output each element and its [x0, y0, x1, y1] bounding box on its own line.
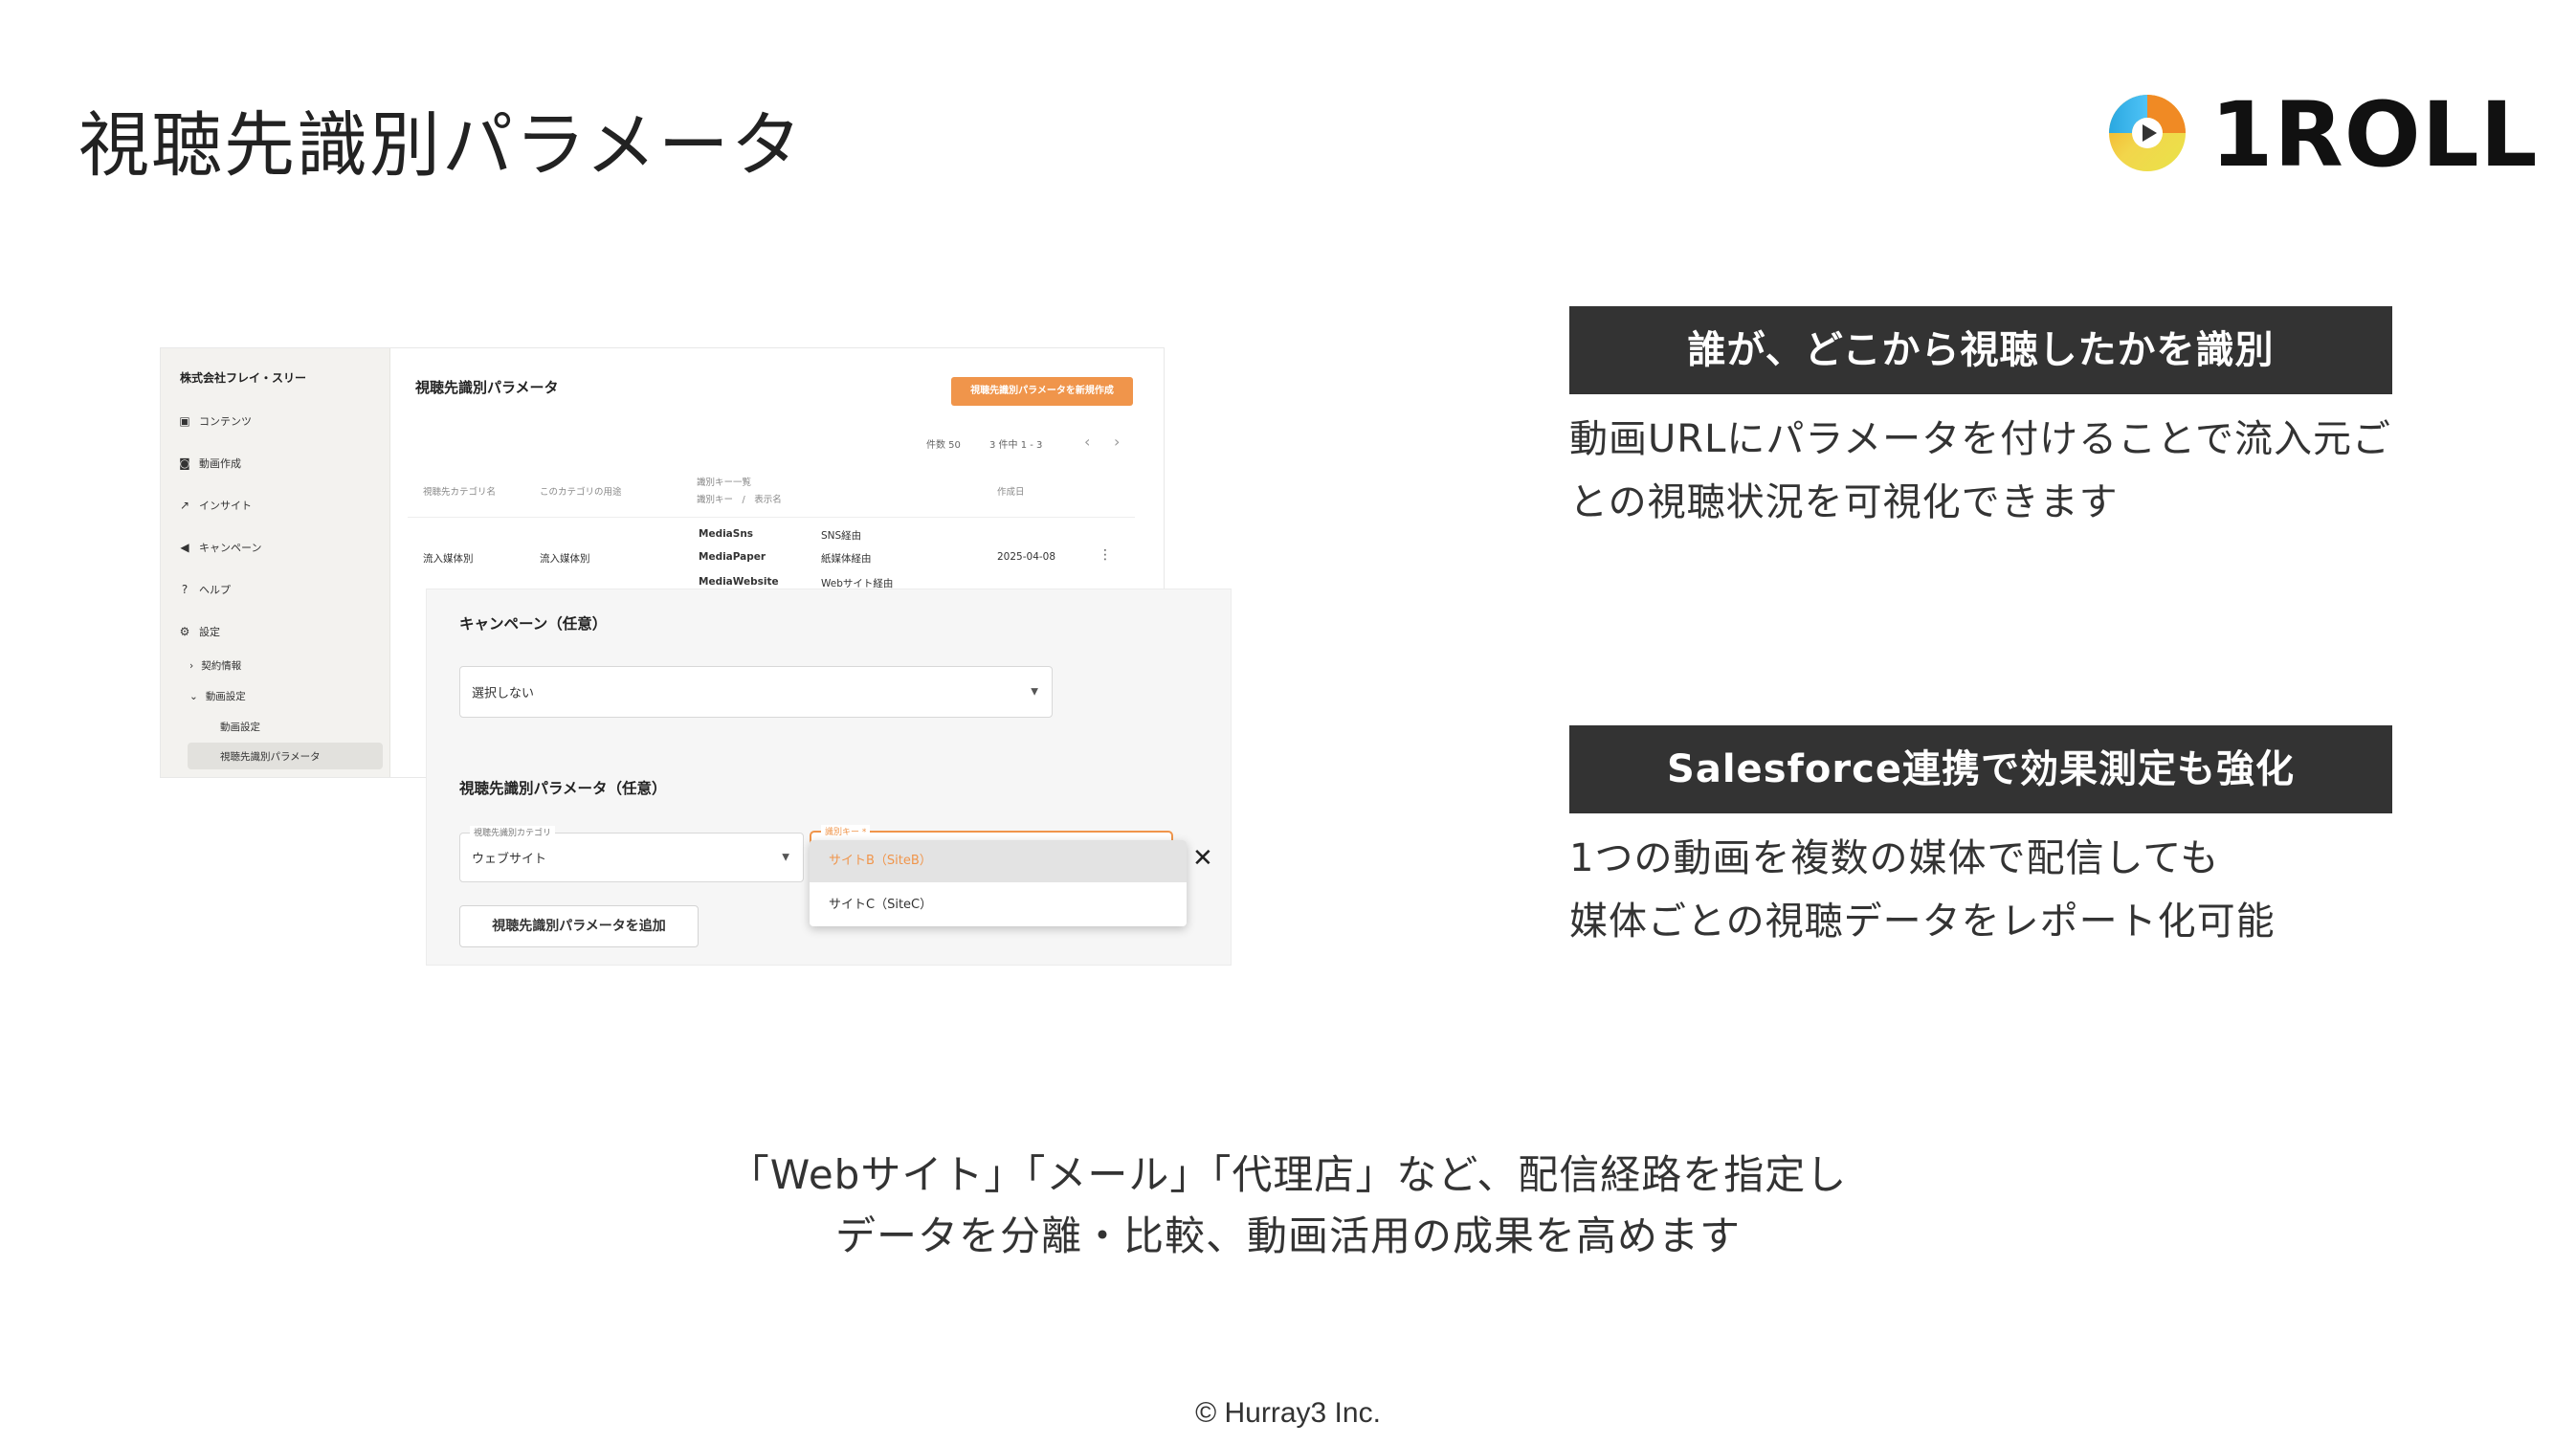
sidebar-item-label: インサイト [199, 500, 252, 512]
sidebar-item-label: 視聴先識別パラメータ [220, 751, 321, 763]
sidebar-item-video[interactable]: ◙ 動画作成 [178, 456, 241, 471]
close-icon[interactable]: ✕ [1192, 846, 1213, 871]
gear-icon: ⚙ [179, 625, 190, 638]
more-vertical-icon[interactable]: ⋮ [1099, 547, 1112, 563]
feature-line: との視聴状況を可視化できます [1569, 480, 2119, 524]
insight-icon: ↗ [179, 499, 190, 512]
main-title: 視聴先識別パラメータ [415, 379, 559, 396]
content-icon: ▣ [179, 414, 190, 428]
add-param-button[interactable]: 視聴先識別パラメータを追加 [459, 905, 699, 947]
dropdown-option[interactable]: サイトC（SiteC） [810, 884, 1187, 926]
chevron-down-icon: ⌄ [189, 690, 198, 702]
sidebar-item-label: 動画作成 [199, 457, 241, 470]
campaign-select[interactable]: 選択しない ▼ [459, 666, 1053, 718]
sidebar-item-settings[interactable]: ⚙ 設定 [178, 624, 220, 639]
table-cell-created: 2025-04-08 [997, 551, 1056, 563]
summary-line: データを分離・比較、動画活用の成果を高めます [834, 1212, 1741, 1259]
category-select[interactable]: 視聴先識別カテゴリ ウェブサイト ▼ [459, 826, 804, 882]
category-select-value: ウェブサイト [472, 852, 547, 867]
feature-text-2: 1つの動画を複数の媒体で配信しても 媒体ごとの視聴データをレポート化可能 [1569, 827, 2431, 953]
feature-heading-1: 誰が、どこから視聴したかを識別 [1569, 306, 2392, 394]
sidebar-item-label: 設定 [199, 626, 220, 638]
sidebar-item-campaign[interactable]: ◀ キャンペーン [178, 540, 261, 555]
dropdown-option[interactable]: サイトB（SiteB） [810, 840, 1187, 882]
campaign-select-value: 選択しない [472, 686, 535, 701]
sidebar-item-label: 動画設定 [205, 691, 246, 702]
param-form: キャンペーン（任意） 選択しない ▼ 視聴先識別パラメータ（任意） 視聴先識別カ… [427, 589, 1231, 965]
sidebar-item-insight[interactable]: ↗ インサイト [178, 498, 252, 513]
chevron-right-icon[interactable]: › [1114, 433, 1120, 451]
sidebar-item-label: ヘルプ [199, 584, 231, 596]
param-heading: 視聴先識別パラメータ（任意） [459, 780, 667, 797]
sidebar-item-video-settings-sub[interactable]: 動画設定 [220, 720, 260, 734]
table-cell-key-name: Webサイト経由 [821, 578, 894, 589]
caret-down-icon: ▼ [1031, 686, 1038, 698]
divider [408, 517, 1135, 518]
logo: 1ROLL [2105, 91, 2538, 182]
column-header-keys-sub: 識別キー / 表示名 [697, 495, 782, 505]
feature-heading-2: Salesforce連携で効果測定も強化 [1569, 725, 2392, 813]
chevron-left-icon[interactable]: ‹ [1084, 433, 1090, 451]
sidebar: 株式会社フレイ・スリー ▣ コンテンツ ◙ 動画作成 ↗ インサイト ◀ キャン… [161, 348, 390, 777]
page-title: 視聴先識別パラメータ [78, 104, 804, 187]
company-name: 株式会社フレイ・スリー [180, 371, 307, 385]
sidebar-item-label: キャンペーン [199, 542, 262, 554]
summary-line: 「Webサイト」「メール」「代理店」など、配信経路を指定し [728, 1151, 1848, 1198]
sidebar-item-video-settings[interactable]: ⌄ 動画設定 [189, 689, 246, 703]
feature-line: 1つの動画を複数の媒体で配信しても [1569, 836, 2220, 880]
category-label: 視聴先識別カテゴリ [470, 826, 556, 838]
key-dropdown: サイトB（SiteB） サイトC（SiteC） [810, 840, 1187, 926]
table-cell-usage: 流入媒体別 [540, 553, 590, 565]
key-label: 識別キー * [821, 825, 871, 837]
chevron-right-icon: › [189, 659, 194, 672]
summary-text: 「Webサイト」「メール」「代理店」など、配信経路を指定し データを分離・比較、… [0, 1145, 2576, 1267]
table-cell-key: MediaSns [699, 528, 754, 540]
sidebar-item-label: 動画設定 [220, 722, 260, 733]
sidebar-item-viewer-params[interactable]: 視聴先識別パラメータ [220, 749, 321, 764]
column-header-keys: 識別キー一覧 [697, 478, 752, 488]
help-icon: ? [181, 583, 189, 596]
table-cell-key: MediaWebsite [699, 576, 779, 588]
create-new-button[interactable]: 視聴先識別パラメータを新規作成 [951, 377, 1133, 406]
feature-line: 動画URLにパラメータを付けることで流入元ご [1569, 417, 2391, 461]
sidebar-item-contract[interactable]: › 契約情報 [189, 658, 241, 673]
range-label: 3 件中 1 - 3 [989, 440, 1043, 451]
campaign-heading: キャンペーン（任意） [459, 615, 608, 633]
column-header-usage: このカテゴリの用途 [540, 487, 622, 498]
logo-text: 1ROLL [2210, 83, 2539, 188]
sidebar-item-contents[interactable]: ▣ コンテンツ [178, 413, 252, 429]
table-cell-key-name: 紙媒体経由 [821, 553, 872, 565]
logo-icon [2109, 95, 2186, 171]
table-cell-key-name: SNS経由 [821, 530, 862, 542]
copyright: © Hurray3 Inc. [1195, 1397, 1381, 1429]
campaign-icon: ◀ [180, 541, 189, 554]
count-label: 件数 50 [926, 440, 961, 451]
sidebar-item-label: コンテンツ [199, 415, 252, 428]
table-cell-key: MediaPaper [699, 551, 766, 563]
feature-text-1: 動画URLにパラメータを付けることで流入元ご との視聴状況を可視化できます [1569, 408, 2431, 534]
column-header-created: 作成日 [997, 487, 1025, 498]
caret-down-icon: ▼ [782, 852, 789, 863]
video-icon: ◙ [179, 456, 190, 470]
table-cell-category: 流入媒体別 [423, 553, 474, 565]
column-header-category: 視聴先カテゴリ名 [423, 487, 497, 498]
feature-line: 媒体ごとの視聴データをレポート化可能 [1569, 900, 2276, 944]
sidebar-item-label: 契約情報 [201, 660, 242, 672]
sidebar-item-help[interactable]: ? ヘルプ [178, 582, 231, 597]
